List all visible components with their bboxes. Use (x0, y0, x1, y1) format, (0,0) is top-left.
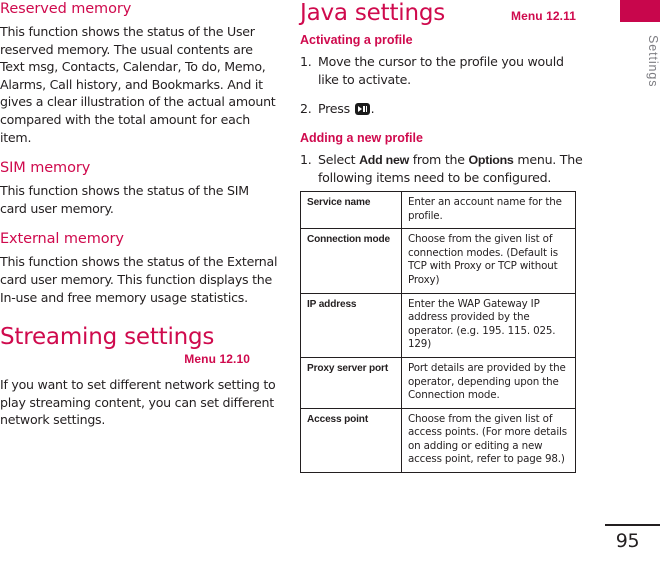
footer-divider (605, 524, 660, 526)
table-cell-key: Connection mode (300, 228, 402, 294)
table-cell-key: Proxy server port (300, 356, 402, 409)
table-cell-value: Choose from the given list of connection… (401, 228, 576, 294)
step-text-bold-options: Options (468, 152, 514, 167)
right-column: Java settings Menu 12.11 Activating a pr… (300, 0, 584, 474)
heading-streaming-settings: Streaming settings (0, 324, 215, 351)
adding-steps-list: 1. Select Add new from the Options menu. … (300, 151, 584, 187)
section-tab-label: Settings (620, 26, 660, 96)
menu-ref-streaming-settings: Menu 12.10 (184, 352, 250, 367)
heading-reserved-memory: Reserved memory (0, 1, 132, 17)
heading-activating-a-profile: Activating a profile (300, 33, 413, 47)
page-number: 95 (615, 530, 640, 552)
table-cell-value: Choose from the given list of access poi… (401, 407, 576, 474)
java-settings-title-row: Java settings Menu 12.11 (300, 0, 584, 26)
step-text-bold-add-new: Add new (359, 152, 409, 167)
step-text-before: Press (318, 101, 354, 117)
left-column: Reserved memory This function shows the … (0, 0, 278, 442)
table-cell-key: Access point (300, 407, 402, 474)
list-item: 1. Move the cursor to the profile you wo… (300, 53, 584, 88)
table-cell-key: IP address (300, 292, 402, 358)
java-profile-settings-table: Service name Enter an account name for t… (300, 190, 576, 474)
table-cell-value: Enter the WAP Gateway IP address provide… (401, 292, 576, 358)
table-cell-key: Service name (300, 190, 402, 230)
section-tab-label-text: Settings (646, 34, 660, 88)
heading-sim-memory: SIM memory (0, 160, 91, 177)
table-row: IP address Enter the WAP Gateway IP addr… (300, 292, 576, 358)
step-text-part1: Select (318, 151, 360, 167)
body-reserved-memory: This function shows the status of the Us… (0, 24, 276, 145)
table-row: Proxy server port Port details are provi… (300, 356, 576, 409)
body-streaming-settings: If you want to set different network set… (0, 377, 276, 428)
section-tab-marker (620, 0, 660, 22)
list-item: 2. Press . (300, 100, 584, 118)
menu-ref-java-settings: Menu 12.11 (510, 9, 576, 23)
heading-adding-a-new-profile: Adding a new profile (300, 130, 423, 145)
step-text-part2: from the (409, 151, 469, 167)
body-sim-memory: This function shows the status of the SI… (0, 183, 249, 216)
heading-java-settings: Java settings (300, 0, 446, 26)
step-number: 1. (300, 151, 312, 167)
document-page: Settings Reserved memory This function s… (0, 0, 660, 564)
heading-external-memory: External memory (0, 231, 124, 248)
table-row: Service name Enter an account name for t… (300, 190, 576, 230)
table-row: Connection mode Choose from the given li… (300, 228, 576, 294)
table-cell-value: Enter an account name for the profile. (401, 190, 576, 230)
step-number: 2. (300, 101, 312, 117)
table-row: Access point Choose from the given list … (300, 407, 576, 474)
step-text: Move the cursor to the profile you would… (318, 54, 564, 87)
table-cell-value: Port details are provided by the operato… (401, 356, 576, 409)
body-external-memory: This function shows the status of the Ex… (0, 254, 278, 305)
step-number: 1. (300, 54, 312, 69)
play-pause-key-icon (354, 103, 370, 116)
step-text-after: . (370, 101, 375, 117)
list-item: 1. Select Add new from the Options menu. … (300, 151, 584, 187)
activating-steps-list: 1. Move the cursor to the profile you wo… (300, 53, 584, 118)
